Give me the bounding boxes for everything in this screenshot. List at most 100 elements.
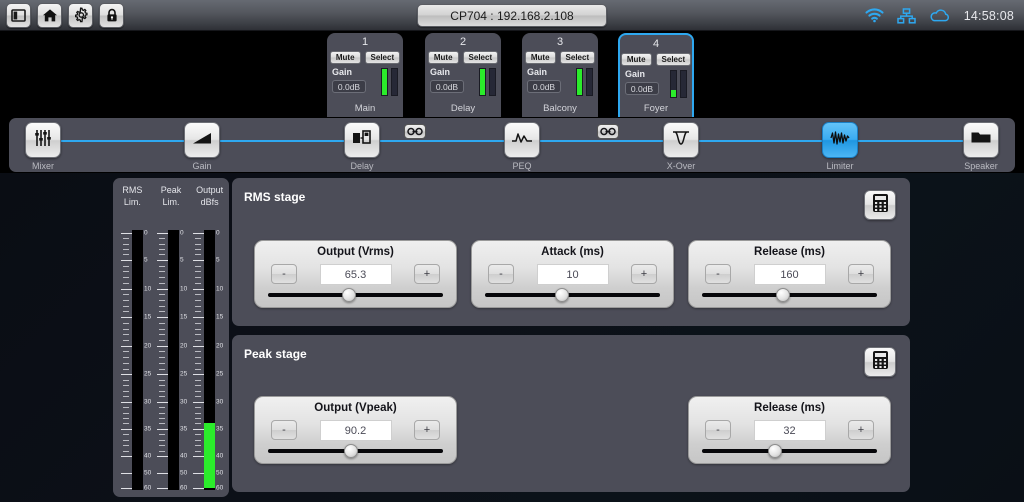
- select-button[interactable]: Select: [559, 51, 596, 64]
- peak-stage-title: Peak stage: [244, 347, 307, 361]
- scale-label: 30: [144, 398, 152, 406]
- channel-strip-4[interactable]: 4 Mute Select Gain 0.0dB Foyer: [618, 33, 694, 117]
- settings-button[interactable]: [68, 2, 93, 28]
- scale-label: 35: [144, 425, 152, 433]
- scale-label: 5: [180, 256, 184, 264]
- meter-header-output: Output dBfs: [190, 184, 229, 208]
- decrement-button[interactable]: -: [271, 420, 297, 440]
- cloud-icon[interactable]: [929, 8, 951, 23]
- rms-calculator-button[interactable]: [864, 190, 896, 220]
- nav-label: Speaker: [964, 161, 998, 171]
- meter-header-peak: Peak Lim.: [152, 184, 191, 208]
- scale-tick: [121, 317, 132, 319]
- channel-strip-3[interactable]: 3 Mute Select Gain 0.0dB Balcony: [522, 33, 598, 117]
- scale-tick-minor: [195, 450, 201, 452]
- nav-item-mixer[interactable]: Mixer: [15, 122, 71, 171]
- scale-tick: [157, 317, 168, 319]
- peak-release-control: Release (ms) - 32 +: [688, 396, 891, 464]
- increment-button[interactable]: +: [631, 264, 657, 284]
- network-icon[interactable]: [896, 7, 916, 24]
- toolbar-icon-group: [0, 2, 124, 28]
- decrement-button[interactable]: -: [271, 264, 297, 284]
- nav-item-peq[interactable]: PEQ: [494, 122, 550, 171]
- faders-icon-button[interactable]: [25, 122, 61, 158]
- select-button[interactable]: Select: [655, 53, 692, 66]
- scale-tick: [157, 345, 168, 347]
- select-button[interactable]: Select: [462, 51, 499, 64]
- scale-tick-minor: [195, 362, 201, 364]
- value-field[interactable]: 160: [753, 264, 826, 285]
- decrement-button[interactable]: -: [705, 420, 731, 440]
- gain-value[interactable]: 0.0dB: [527, 80, 561, 93]
- channel-strip-1[interactable]: 1 Mute Select Gain 0.0dB Main: [327, 33, 403, 117]
- increment-button[interactable]: +: [414, 264, 440, 284]
- gain-value[interactable]: 0.0dB: [625, 82, 659, 95]
- scale-tick-minor: [159, 254, 165, 256]
- decrement-button[interactable]: -: [488, 264, 514, 284]
- scale-tick: [157, 487, 168, 489]
- decrement-button[interactable]: -: [705, 264, 731, 284]
- home-button[interactable]: [37, 2, 62, 28]
- nav-item-gain[interactable]: Gain: [174, 122, 230, 171]
- mute-button[interactable]: Mute: [329, 51, 361, 64]
- scale-label: 15: [144, 313, 152, 321]
- limiter-wave-icon: [829, 129, 851, 152]
- nav-label: Gain: [192, 161, 212, 171]
- mute-button[interactable]: Mute: [427, 51, 459, 64]
- control-label: Release (ms): [754, 246, 825, 258]
- nav-label: Delay: [350, 161, 374, 171]
- nav-item-xover[interactable]: X-Over: [653, 122, 709, 171]
- panel-toggle-button[interactable]: [6, 2, 31, 28]
- lock-button[interactable]: [99, 2, 124, 28]
- slider-track[interactable]: [485, 293, 660, 297]
- slider-thumb[interactable]: [768, 444, 783, 458]
- peq-icon-button[interactable]: [504, 122, 540, 158]
- select-button[interactable]: Select: [364, 51, 401, 64]
- scale-tick: [121, 473, 132, 475]
- scale-tick-minor: [195, 334, 201, 336]
- xover-icon-button[interactable]: [663, 122, 699, 158]
- value-field[interactable]: 10: [536, 264, 609, 285]
- scale-tick-minor: [159, 277, 165, 279]
- value-field[interactable]: 32: [753, 420, 826, 441]
- slider-thumb[interactable]: [342, 288, 357, 302]
- meter-bar-b: [391, 68, 398, 96]
- value-field[interactable]: 90.2: [319, 420, 392, 441]
- limiter-icon-button[interactable]: [822, 122, 858, 158]
- slider-thumb[interactable]: [344, 444, 359, 458]
- scale-label: 35: [180, 425, 188, 433]
- meter-scale: 0 5 10 15 20 25 30 35 40 50 60: [157, 229, 188, 491]
- delay-icon-button[interactable]: [344, 122, 380, 158]
- gain-value[interactable]: 0.0dB: [430, 80, 464, 93]
- gain-icon-button[interactable]: [184, 122, 220, 158]
- channel-link-3-4[interactable]: [597, 124, 619, 139]
- increment-button[interactable]: +: [848, 264, 874, 284]
- nav-item-limiter[interactable]: Limiter: [812, 122, 868, 171]
- nav-item-speaker[interactable]: Speaker: [953, 122, 1009, 171]
- scale-tick-minor: [195, 439, 201, 441]
- slider-thumb[interactable]: [776, 288, 791, 302]
- slider-thumb[interactable]: [555, 288, 570, 302]
- slider-track[interactable]: [702, 449, 877, 453]
- speaker-icon-button[interactable]: [963, 122, 999, 158]
- scale-tick: [193, 487, 204, 489]
- increment-button[interactable]: +: [414, 420, 440, 440]
- mute-button[interactable]: Mute: [620, 53, 652, 66]
- value-field[interactable]: 65.3: [319, 264, 392, 285]
- device-title[interactable]: CP704 : 192.168.2.108: [417, 4, 607, 27]
- peak-calculator-button[interactable]: [864, 347, 896, 377]
- mute-button[interactable]: Mute: [524, 51, 556, 64]
- scale-tick-minor: [195, 328, 201, 330]
- meter-headers: RMS Lim. Peak Lim. Output dBfs: [113, 184, 229, 208]
- scale-tick-minor: [123, 243, 129, 245]
- channel-link-1-2[interactable]: [404, 124, 426, 139]
- scale-tick: [157, 401, 168, 403]
- scale-tick: [121, 345, 132, 347]
- increment-button[interactable]: +: [848, 420, 874, 440]
- scale-tick-minor: [123, 396, 129, 398]
- wifi-icon[interactable]: [865, 8, 884, 23]
- gain-value[interactable]: 0.0dB: [332, 80, 366, 93]
- nav-item-delay[interactable]: Delay: [334, 122, 390, 171]
- channel-strip-2[interactable]: 2 Mute Select Gain 0.0dB Delay: [425, 33, 501, 117]
- scale-tick-minor: [123, 299, 129, 301]
